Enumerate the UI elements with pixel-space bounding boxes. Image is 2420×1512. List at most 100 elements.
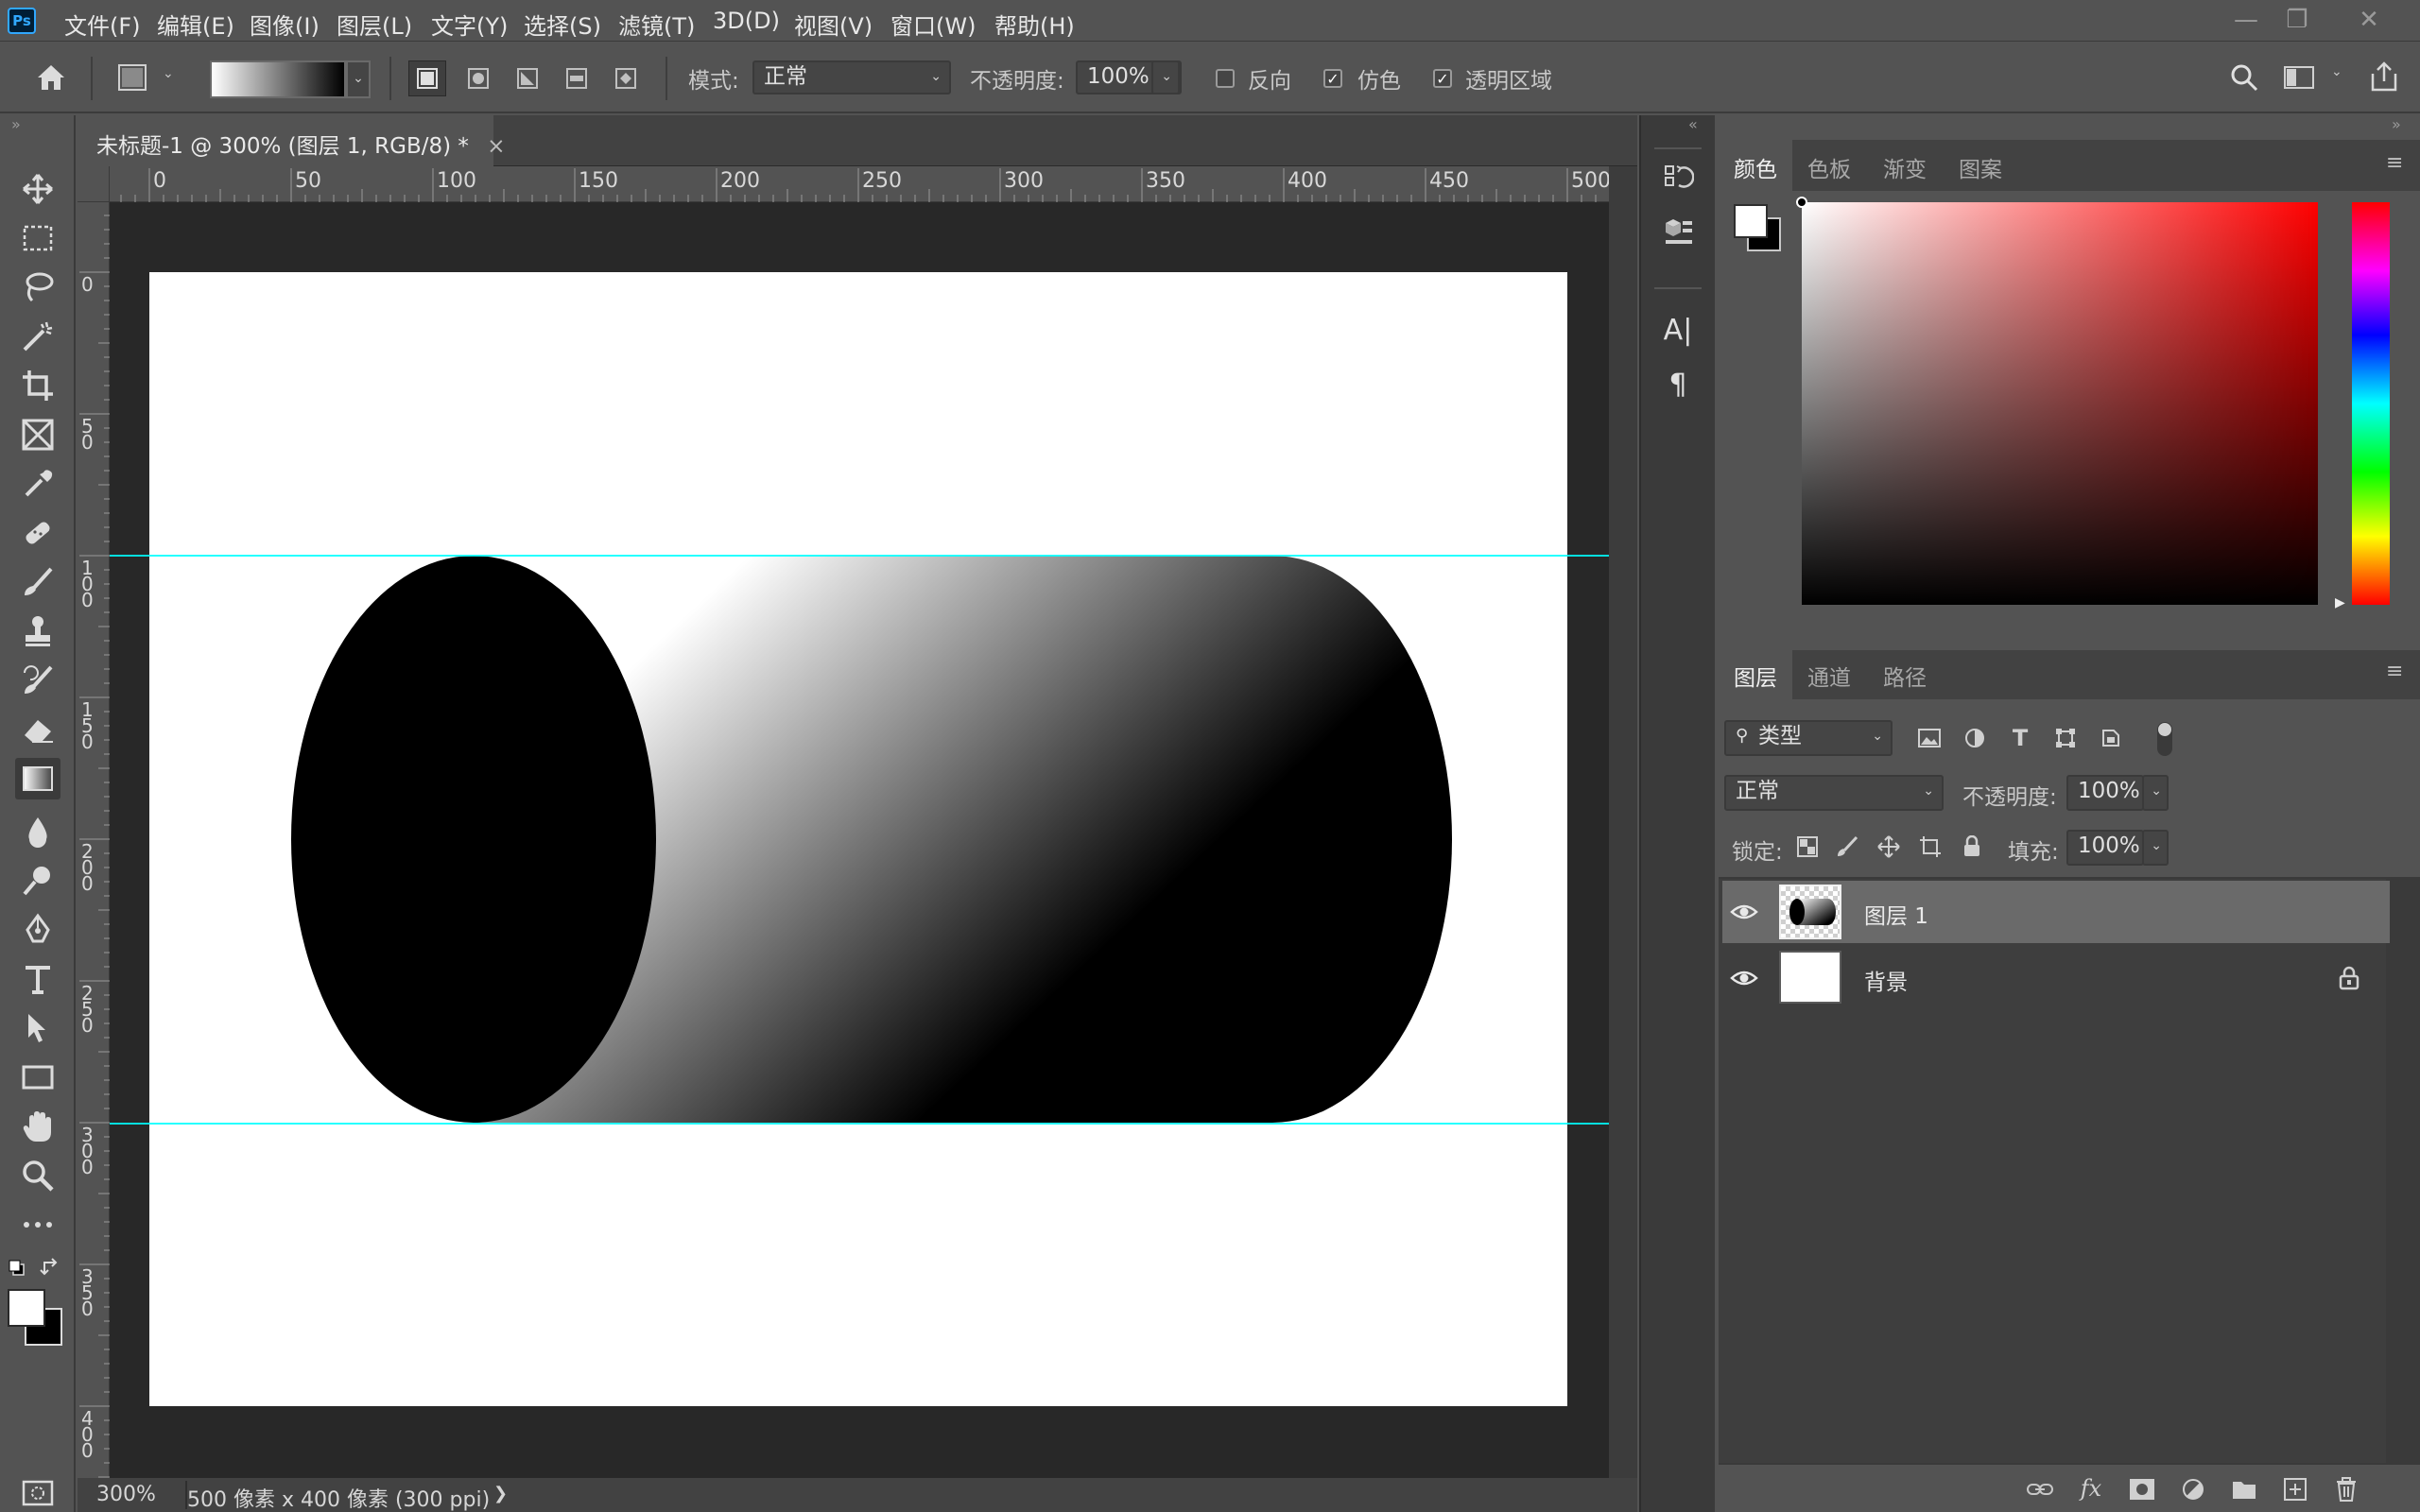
- collapse-dock-icon[interactable]: «: [1688, 115, 1698, 133]
- opacity-dropdown-chevron-icon[interactable]: ⌄: [1151, 60, 1180, 94]
- color-picker-marker[interactable]: [1796, 197, 1807, 208]
- layer-opacity-chevron-icon[interactable]: ⌄: [2142, 775, 2169, 811]
- pen-tool-icon[interactable]: [15, 909, 60, 951]
- menu-window[interactable]: 窗口(W): [890, 8, 976, 41]
- clone-stamp-tool-icon[interactable]: [15, 610, 60, 652]
- new-group-icon[interactable]: [2227, 1474, 2261, 1504]
- ruler-origin[interactable]: [78, 166, 110, 202]
- adjustment-layer-filter-icon[interactable]: [1959, 722, 1991, 754]
- gradient-tool-icon[interactable]: [15, 758, 60, 799]
- transparency-checkbox[interactable]: ✓: [1433, 69, 1452, 88]
- link-layers-icon[interactable]: [2023, 1474, 2057, 1504]
- menu-edit[interactable]: 编辑(E): [157, 8, 234, 41]
- hue-slider[interactable]: [2352, 202, 2390, 605]
- lasso-tool-icon[interactable]: [15, 266, 60, 308]
- guide-line[interactable]: [110, 1123, 1609, 1125]
- menu-file[interactable]: 文件(F): [64, 8, 141, 41]
- layer-lock-icon[interactable]: [2339, 966, 2361, 990]
- horizontal-ruler[interactable]: 0 50 100 150 200 250 300 350 400 450 500: [78, 166, 1609, 202]
- tool-preset-icon[interactable]: [113, 60, 151, 94]
- layer-row[interactable]: 背景: [1722, 947, 2390, 1009]
- blur-tool-icon[interactable]: [15, 811, 60, 852]
- paragraph-panel-icon[interactable]: ¶: [1656, 363, 1700, 406]
- guide-line[interactable]: [110, 555, 1609, 557]
- expand-toolbar-icon[interactable]: »: [11, 115, 21, 133]
- lock-position-icon[interactable]: [1874, 832, 1904, 862]
- document-tab[interactable]: 未标题-1 @ 300% (图层 1, RGB/8) * ×: [78, 115, 506, 166]
- type-tool-icon[interactable]: [15, 958, 60, 1000]
- marquee-tool-icon[interactable]: [15, 217, 60, 259]
- hand-tool-icon[interactable]: [15, 1106, 60, 1147]
- gradient-dropdown-chevron-icon[interactable]: ⌄: [346, 60, 371, 98]
- layer-name[interactable]: 背景: [1864, 964, 1908, 996]
- zoom-level[interactable]: 300%: [96, 1483, 156, 1506]
- fill-input[interactable]: 100%: [2066, 830, 2144, 866]
- filter-toggle[interactable]: [2157, 722, 2172, 756]
- blend-mode-select[interactable]: 正常 ⌄: [1724, 775, 1944, 811]
- add-mask-icon[interactable]: [2125, 1474, 2159, 1504]
- vertical-scrollbar[interactable]: [1609, 166, 1637, 1478]
- visibility-eye-icon[interactable]: [1730, 898, 1758, 926]
- lock-transparent-pixels-icon[interactable]: [1792, 832, 1823, 862]
- layer-thumbnail[interactable]: [1779, 951, 1841, 1004]
- tab-gradients[interactable]: 渐变: [1883, 151, 1927, 183]
- healing-brush-tool-icon[interactable]: [15, 512, 60, 554]
- menu-view[interactable]: 视图(V): [794, 8, 873, 41]
- layer-name[interactable]: 图层 1: [1864, 898, 1928, 930]
- fill-chevron-icon[interactable]: ⌄: [2142, 830, 2169, 866]
- hue-slider-handle-icon[interactable]: ▶: [2335, 595, 2345, 610]
- lock-image-pixels-icon[interactable]: [1832, 832, 1862, 862]
- home-icon[interactable]: [28, 57, 74, 98]
- rectangle-tool-icon[interactable]: [15, 1057, 60, 1098]
- history-brush-tool-icon[interactable]: [15, 660, 60, 701]
- shape-layer-filter-icon[interactable]: [2049, 722, 2082, 754]
- delete-layer-icon[interactable]: [2329, 1474, 2363, 1504]
- layer-opacity-input[interactable]: 100%: [2066, 775, 2144, 811]
- swap-colors-icon[interactable]: [40, 1257, 62, 1278]
- lock-all-icon[interactable]: [1957, 832, 1987, 862]
- layer-filter-select[interactable]: ⚲ 类型 ⌄: [1724, 720, 1893, 756]
- close-window-button[interactable]: ✕: [2350, 4, 2388, 36]
- reflected-gradient-icon[interactable]: [558, 60, 596, 96]
- more-tools-icon[interactable]: [15, 1204, 60, 1246]
- tab-color[interactable]: 颜色: [1734, 151, 1777, 183]
- menu-layer[interactable]: 图层(L): [337, 8, 412, 41]
- magic-wand-tool-icon[interactable]: [15, 316, 60, 357]
- menu-select[interactable]: 选择(S): [524, 8, 601, 41]
- menu-type[interactable]: 文字(Y): [431, 8, 508, 41]
- dither-checkbox[interactable]: ✓: [1323, 69, 1342, 88]
- diamond-gradient-icon[interactable]: [607, 60, 645, 96]
- info-menu-icon[interactable]: ❯: [493, 1484, 508, 1503]
- restore-button[interactable]: ❐: [2278, 4, 2316, 36]
- mode-select[interactable]: 正常 ⌄: [752, 60, 951, 94]
- new-layer-icon[interactable]: [2278, 1474, 2312, 1504]
- lock-artboard-icon[interactable]: [1915, 832, 1945, 862]
- dodge-tool-icon[interactable]: [15, 860, 60, 902]
- pixel-layer-filter-icon[interactable]: [1913, 722, 1945, 754]
- type-layer-filter-icon[interactable]: T: [2004, 722, 2036, 754]
- angle-gradient-icon[interactable]: [509, 60, 546, 96]
- layers-list-scrollbar[interactable]: [2386, 879, 2420, 1463]
- reverse-checkbox[interactable]: [1216, 69, 1235, 88]
- 3d-panel-icon[interactable]: [1656, 210, 1700, 253]
- chevron-down-icon[interactable]: ⌄: [163, 66, 174, 81]
- menu-help[interactable]: 帮助(H): [994, 8, 1075, 41]
- linear-gradient-icon[interactable]: [408, 60, 446, 96]
- brush-tool-icon[interactable]: [15, 561, 60, 603]
- new-adjustment-layer-icon[interactable]: [2176, 1474, 2210, 1504]
- eraser-tool-icon[interactable]: [15, 709, 60, 750]
- foreground-color-swatch[interactable]: [8, 1289, 45, 1327]
- saturation-brightness-field[interactable]: [1802, 202, 2318, 605]
- tab-swatches[interactable]: 色板: [1807, 151, 1851, 183]
- search-icon[interactable]: [2223, 59, 2265, 96]
- share-icon[interactable]: [2363, 57, 2405, 96]
- vertical-ruler[interactable]: 050100150200250300350400: [78, 202, 110, 1478]
- layer-thumbnail[interactable]: [1779, 885, 1841, 939]
- foreground-color-swatch[interactable]: [1734, 204, 1768, 238]
- tab-patterns[interactable]: 图案: [1959, 151, 2002, 183]
- panel-menu-icon[interactable]: ≡: [2386, 151, 2403, 175]
- smart-object-filter-icon[interactable]: [2095, 722, 2127, 754]
- gradient-picker[interactable]: [210, 60, 346, 98]
- radial-gradient-icon[interactable]: [459, 60, 497, 96]
- history-panel-icon[interactable]: [1656, 157, 1700, 200]
